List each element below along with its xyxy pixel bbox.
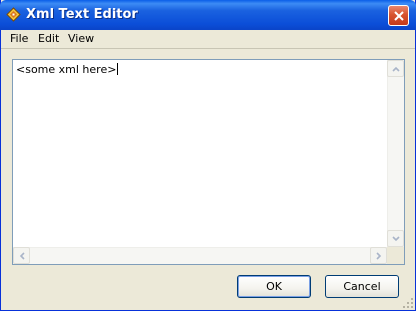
scroll-up-button[interactable] <box>387 60 404 77</box>
window-title: Xml Text Editor <box>26 7 138 22</box>
menu-view[interactable]: View <box>68 32 94 45</box>
editor-text: <some xml here> <box>16 63 117 76</box>
arrow-down-icon <box>392 236 400 242</box>
title-bar[interactable]: Xml Text Editor <box>0 0 416 30</box>
scroll-right-button[interactable] <box>370 247 387 264</box>
xml-editor-app-icon <box>6 7 21 22</box>
arrow-up-icon <box>392 66 400 72</box>
menu-file[interactable]: File <box>10 32 28 45</box>
arrow-left-icon <box>19 252 25 260</box>
horizontal-scrollbar[interactable] <box>13 247 387 264</box>
scroll-left-button[interactable] <box>13 247 30 264</box>
xml-text-area[interactable]: <some xml here> <box>12 59 405 265</box>
cancel-button[interactable]: Cancel <box>325 275 399 298</box>
xml-text-editor-window: Xml Text Editor File Edit View <some xml… <box>0 0 416 311</box>
close-button[interactable] <box>388 5 409 26</box>
scroll-down-button[interactable] <box>387 230 404 247</box>
menu-edit[interactable]: Edit <box>38 32 59 45</box>
editor-content: <some xml here> <box>16 63 119 76</box>
text-caret <box>117 63 119 75</box>
resize-grip-icon[interactable] <box>402 297 414 309</box>
vertical-scrollbar[interactable] <box>387 60 404 247</box>
close-icon <box>394 11 404 21</box>
arrow-right-icon <box>376 252 382 260</box>
ok-button[interactable]: OK <box>237 275 311 298</box>
scrollbar-corner <box>387 247 404 264</box>
menu-bar: File Edit View <box>1 30 415 49</box>
